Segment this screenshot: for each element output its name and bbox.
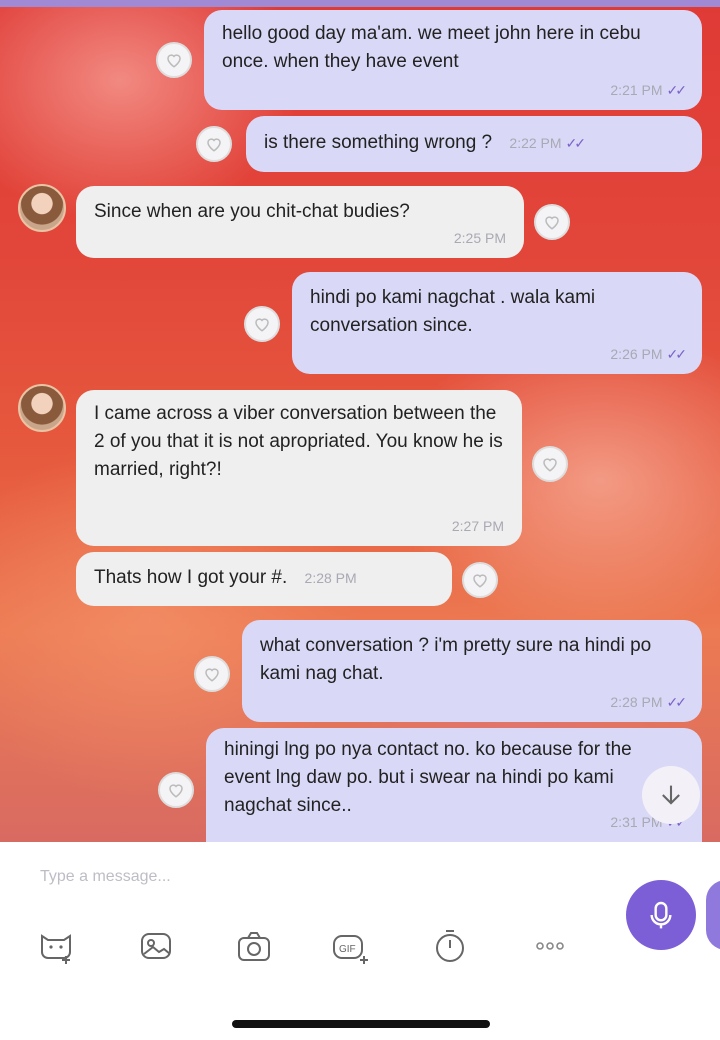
like-icon[interactable] [244,306,280,342]
message-text: what conversation ? i'm pretty sure na h… [260,635,652,684]
message-bubble-incoming[interactable]: Thats how I got your #. 2:28 PM [76,552,452,606]
voice-message-button[interactable] [626,880,696,950]
contact-avatar[interactable] [18,184,66,232]
read-ticks-icon: ✓✓ [666,694,688,710]
message-bubble-outgoing[interactable]: hello good day ma'am. we meet john here … [204,10,702,110]
message-bubble-outgoing[interactable]: is there something wrong ? 2:22 PM ✓✓ [246,116,702,172]
message-time: 2:22 PM ✓✓ [509,135,587,151]
arrow-down-icon [662,785,680,805]
like-icon[interactable] [156,42,192,78]
message-time: 2:26 PM ✓✓ [610,346,688,362]
image-icon[interactable] [134,924,178,968]
more-icon[interactable] [528,924,572,968]
gif-label: GIF [339,944,356,955]
camera-icon[interactable] [232,924,276,968]
message-text: hello good day ma'am. we meet john here … [222,23,641,72]
message-bubble-incoming[interactable]: I came across a viber conversation betwe… [76,390,522,546]
message-bubble-outgoing[interactable]: what conversation ? i'm pretty sure na h… [242,620,702,722]
like-icon[interactable] [532,446,568,482]
like-icon[interactable] [196,126,232,162]
read-ticks-icon: ✓✓ [666,346,688,362]
message-time: 2:28 PM ✓✓ [610,694,688,710]
home-indicator [232,1020,490,1028]
message-bubble-outgoing[interactable]: hindi po kami nagchat . wala kami conver… [292,272,702,374]
like-icon[interactable] [194,656,230,692]
like-icon[interactable] [158,772,194,808]
message-bubble-incoming[interactable]: Since when are you chit-chat budies? 2:2… [76,186,524,258]
message-text: hiningi lng po nya contact no. ko becaus… [224,739,632,816]
read-ticks-icon: ✓✓ [666,82,688,98]
scroll-down-button[interactable] [642,766,700,824]
like-icon[interactable] [534,204,570,240]
message-time: 2:27 PM [451,518,504,534]
contact-avatar[interactable] [18,384,66,432]
top-bar [0,0,720,7]
message-text: hindi po kami nagchat . wala kami conver… [310,287,596,336]
message-input[interactable]: Type a message... [40,868,171,886]
message-bubble-outgoing[interactable]: hiningi lng po nya contact no. ko becaus… [206,728,702,842]
message-text: I came across a viber conversation betwe… [94,403,503,480]
sticker-icon[interactable] [34,924,78,968]
message-time: 2:21 PM ✓✓ [610,82,688,98]
like-icon[interactable] [462,562,498,598]
gif-icon[interactable]: GIF [328,924,372,968]
timer-icon[interactable] [428,924,472,968]
side-action-button[interactable] [706,880,720,950]
message-text: Thats how I got your #. [94,567,288,588]
microphone-icon [650,901,672,929]
message-time: 2:25 PM [453,230,506,246]
read-ticks-icon: ✓✓ [565,135,587,151]
message-text: Since when are you chit-chat budies? [94,201,410,222]
message-time: 2:28 PM [304,570,357,586]
chat-area[interactable]: hello good day ma'am. we meet john here … [0,0,720,842]
message-text: is there something wrong ? [264,132,493,153]
